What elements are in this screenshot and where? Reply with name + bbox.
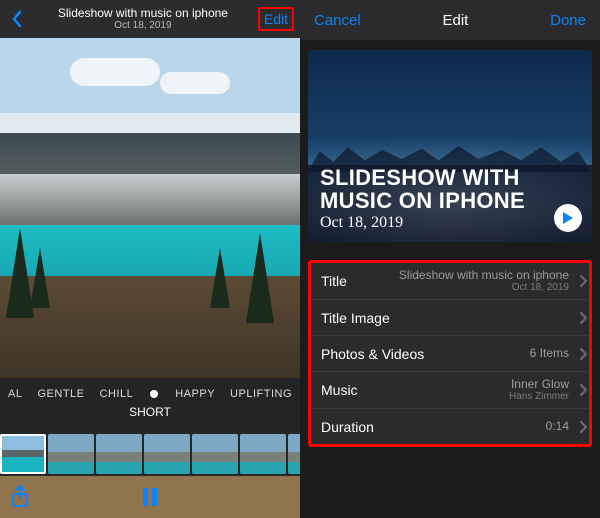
chevron-right-icon: [579, 421, 587, 433]
cloud-decoration: [160, 72, 230, 94]
slideshow-preview-pane: Slideshow with music on iphone Oct 18, 2…: [0, 0, 300, 518]
row-label: Title Image: [321, 310, 390, 326]
overlay-subtitle: Oct 18, 2019: [320, 214, 546, 232]
row-value: Slideshow with music on iphone Oct 18, 2…: [399, 269, 583, 293]
thumbnail[interactable]: [192, 434, 238, 474]
edit-title: Edit: [442, 12, 468, 29]
row-label: Music: [321, 382, 358, 398]
chevron-right-icon: [579, 384, 587, 396]
row-value: Inner Glow Hans Zimmer: [509, 378, 583, 402]
left-title-wrap: Slideshow with music on iphone Oct 18, 2…: [28, 7, 258, 31]
mood-option[interactable]: AL: [6, 388, 24, 400]
row-label: Title: [321, 273, 347, 289]
title-overlay: SLIDESHOW WITH MUSIC ON IPHONE Oct 18, 2…: [320, 166, 546, 232]
cancel-button[interactable]: Cancel: [314, 12, 361, 29]
left-footer: [0, 476, 300, 518]
edit-options-list: Title Slideshow with music on iphone Oct…: [308, 260, 592, 447]
tree-decoration: [210, 248, 230, 308]
pause-icon: [141, 487, 159, 507]
thumbnail-strip[interactable]: [0, 432, 300, 476]
row-title[interactable]: Title Slideshow with music on iphone Oct…: [311, 263, 589, 299]
edit-pane: Cancel Edit Done SLIDESHOW WITH MUSIC ON…: [300, 0, 600, 518]
pause-button[interactable]: [141, 487, 159, 507]
thumbnail[interactable]: [144, 434, 190, 474]
left-header: Slideshow with music on iphone Oct 18, 2…: [0, 0, 300, 38]
right-header: Cancel Edit Done: [300, 0, 600, 40]
row-value: 6 Items: [530, 347, 583, 360]
mood-row[interactable]: AL GENTLE CHILL HAPPY UPLIFTING: [0, 378, 300, 406]
row-music[interactable]: Music Inner Glow Hans Zimmer: [311, 371, 589, 408]
tree-decoration: [30, 248, 50, 308]
thumbnail[interactable]: [288, 434, 300, 474]
row-title-image[interactable]: Title Image: [311, 299, 589, 335]
mood-option[interactable]: GENTLE: [35, 388, 86, 400]
chevron-right-icon: [579, 312, 587, 324]
chevron-right-icon: [579, 275, 587, 287]
chevron-right-icon: [579, 348, 587, 360]
memory-title: Slideshow with music on iphone: [28, 7, 258, 20]
chevron-left-icon: [11, 10, 23, 28]
memory-date: Oct 18, 2019: [28, 20, 258, 31]
play-icon: [562, 211, 574, 225]
tree-decoration: [246, 233, 274, 323]
mood-option[interactable]: UPLIFTING: [228, 388, 294, 400]
edit-button[interactable]: Edit: [258, 7, 294, 31]
thumbnail[interactable]: [96, 434, 142, 474]
thumbnail[interactable]: [48, 434, 94, 474]
row-label: Duration: [321, 419, 374, 435]
mood-option[interactable]: CHILL: [98, 388, 136, 400]
mood-option[interactable]: HAPPY: [173, 388, 217, 400]
row-value: 0:14: [546, 420, 583, 433]
thumbnail[interactable]: [0, 434, 46, 474]
row-duration[interactable]: Duration 0:14: [311, 408, 589, 444]
row-photos-videos[interactable]: Photos & Videos 6 Items: [311, 335, 589, 371]
mood-selected-indicator: [150, 390, 158, 398]
done-button[interactable]: Done: [550, 12, 586, 29]
slideshow-photo[interactable]: [0, 38, 300, 378]
back-button[interactable]: [6, 5, 28, 33]
overlay-title: SLIDESHOW WITH MUSIC ON IPHONE: [320, 166, 546, 212]
play-button[interactable]: [554, 204, 582, 232]
row-label: Photos & Videos: [321, 346, 424, 362]
mood-selector: AL GENTLE CHILL HAPPY UPLIFTING SHORT: [0, 378, 300, 432]
duration-preset[interactable]: SHORT: [0, 405, 300, 419]
cloud-decoration: [70, 58, 160, 86]
title-preview[interactable]: SLIDESHOW WITH MUSIC ON IPHONE Oct 18, 2…: [308, 50, 592, 242]
share-icon: [10, 485, 30, 509]
share-button[interactable]: [10, 485, 30, 509]
thumbnail[interactable]: [240, 434, 286, 474]
